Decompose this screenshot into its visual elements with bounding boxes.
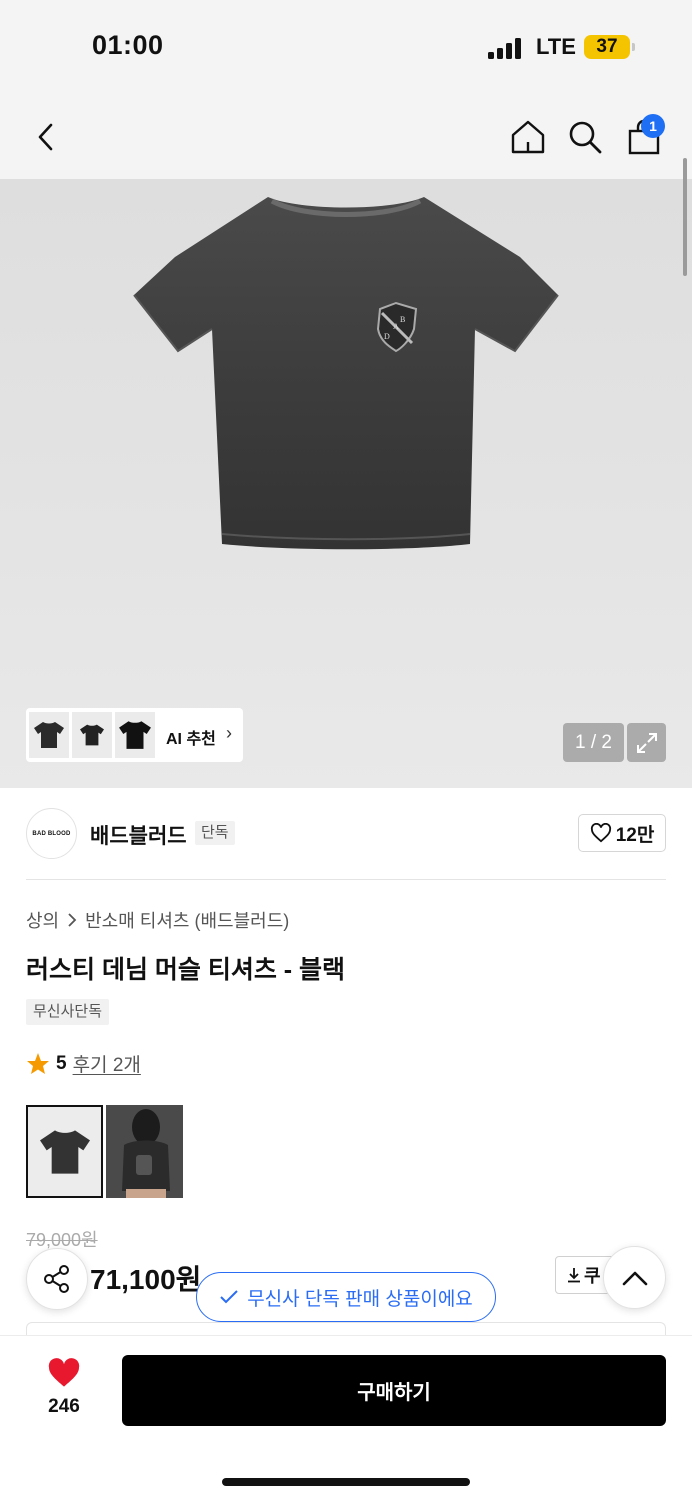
scrollbar-thumb[interactable] bbox=[683, 158, 687, 276]
chevron-right-icon: › bbox=[226, 723, 232, 743]
scroll-to-top-button[interactable] bbox=[603, 1246, 666, 1309]
heart-outline-icon bbox=[590, 823, 611, 843]
download-icon bbox=[568, 1268, 580, 1283]
network-type: LTE bbox=[536, 34, 576, 59]
brand-like-button[interactable]: 12만 bbox=[578, 814, 666, 852]
thumbnail-model-photo bbox=[106, 1105, 183, 1198]
heart-filled-icon bbox=[48, 1358, 80, 1387]
image-page-indicator: 1 / 2 bbox=[563, 723, 624, 762]
exclusive-tag: 무신사단독 bbox=[26, 999, 110, 1025]
product-image[interactable]: B A D bbox=[0, 179, 692, 788]
top-nav bbox=[0, 95, 692, 179]
status-time: 01:00 bbox=[92, 30, 164, 60]
wishlist-button[interactable] bbox=[40, 1358, 88, 1393]
expand-image-button[interactable] bbox=[627, 723, 666, 762]
brand-name[interactable]: 배드블러드 bbox=[90, 820, 187, 850]
product-title: 러스티 데님 머슬 티셔츠 - 블랙 bbox=[26, 956, 346, 984]
ai-recommend-label: AI 추천 bbox=[166, 731, 216, 748]
ai-thumb-1 bbox=[29, 712, 69, 758]
expand-icon bbox=[636, 732, 657, 753]
thumbnail-tshirt bbox=[39, 1129, 90, 1174]
breadcrumb-chevron-icon bbox=[68, 913, 77, 927]
breadcrumb-subcategory[interactable]: 반소매 티셔츠 (배드블러드) bbox=[85, 907, 289, 933]
chevron-up-icon bbox=[622, 1271, 647, 1285]
product-thumbnail-1[interactable] bbox=[26, 1105, 103, 1198]
review-link[interactable]: 후기 2개 bbox=[73, 1050, 141, 1077]
rating-score: 5 bbox=[56, 1052, 67, 1074]
wishlist-count: 246 bbox=[48, 1396, 80, 1417]
exclusive-toast: 무신사 단독 판매 상품이에요 bbox=[196, 1272, 496, 1322]
battery-tip bbox=[632, 43, 635, 51]
share-icon bbox=[44, 1265, 69, 1293]
back-button[interactable] bbox=[22, 95, 70, 179]
breadcrumb-category[interactable]: 상의 bbox=[26, 907, 59, 933]
emblem-letter-b: B bbox=[400, 315, 405, 324]
product-thumbnail-2[interactable] bbox=[106, 1105, 183, 1198]
share-button[interactable] bbox=[26, 1248, 88, 1310]
brand-exclusive-tag: 단독 bbox=[195, 821, 235, 845]
home-indicator[interactable] bbox=[222, 1478, 470, 1486]
ai-thumb-2 bbox=[72, 712, 112, 758]
cart-count-badge: 1 bbox=[641, 114, 665, 138]
home-button[interactable] bbox=[504, 95, 552, 179]
breadcrumb: 상의 반소매 티셔츠 (배드블러드) bbox=[26, 907, 289, 933]
sale-price: 71,100원 bbox=[90, 1264, 202, 1295]
check-icon bbox=[220, 1290, 238, 1304]
rating-row: 5 후기 2개 bbox=[26, 1050, 141, 1077]
patch-letters: B A D bbox=[384, 315, 405, 341]
chevron-left-icon bbox=[38, 123, 53, 151]
status-bar: 01:00 LTE 37 bbox=[0, 0, 692, 95]
search-icon bbox=[569, 121, 602, 154]
star-icon bbox=[27, 1052, 49, 1074]
ai-thumb-3 bbox=[115, 712, 155, 758]
brand-logo[interactable]: BAD BLOOD bbox=[26, 808, 77, 859]
signal-icon bbox=[488, 37, 524, 59]
emblem-letter-d: D bbox=[384, 332, 390, 341]
cart-button[interactable] bbox=[620, 95, 668, 179]
home-icon bbox=[511, 120, 545, 154]
divider bbox=[26, 879, 666, 880]
battery-icon: 37 bbox=[584, 35, 630, 59]
buy-button[interactable]: 구매하기 bbox=[122, 1355, 666, 1426]
emblem-letter-a: A bbox=[393, 322, 399, 331]
brand-like-count: 12만 bbox=[615, 824, 655, 846]
toast-text: 무신사 단독 판매 상품이에요 bbox=[247, 1288, 473, 1310]
coupon-label: 쿠 bbox=[584, 1266, 601, 1286]
ai-recommend-button[interactable]: AI 추천 › bbox=[26, 708, 243, 762]
search-button[interactable] bbox=[561, 95, 609, 179]
